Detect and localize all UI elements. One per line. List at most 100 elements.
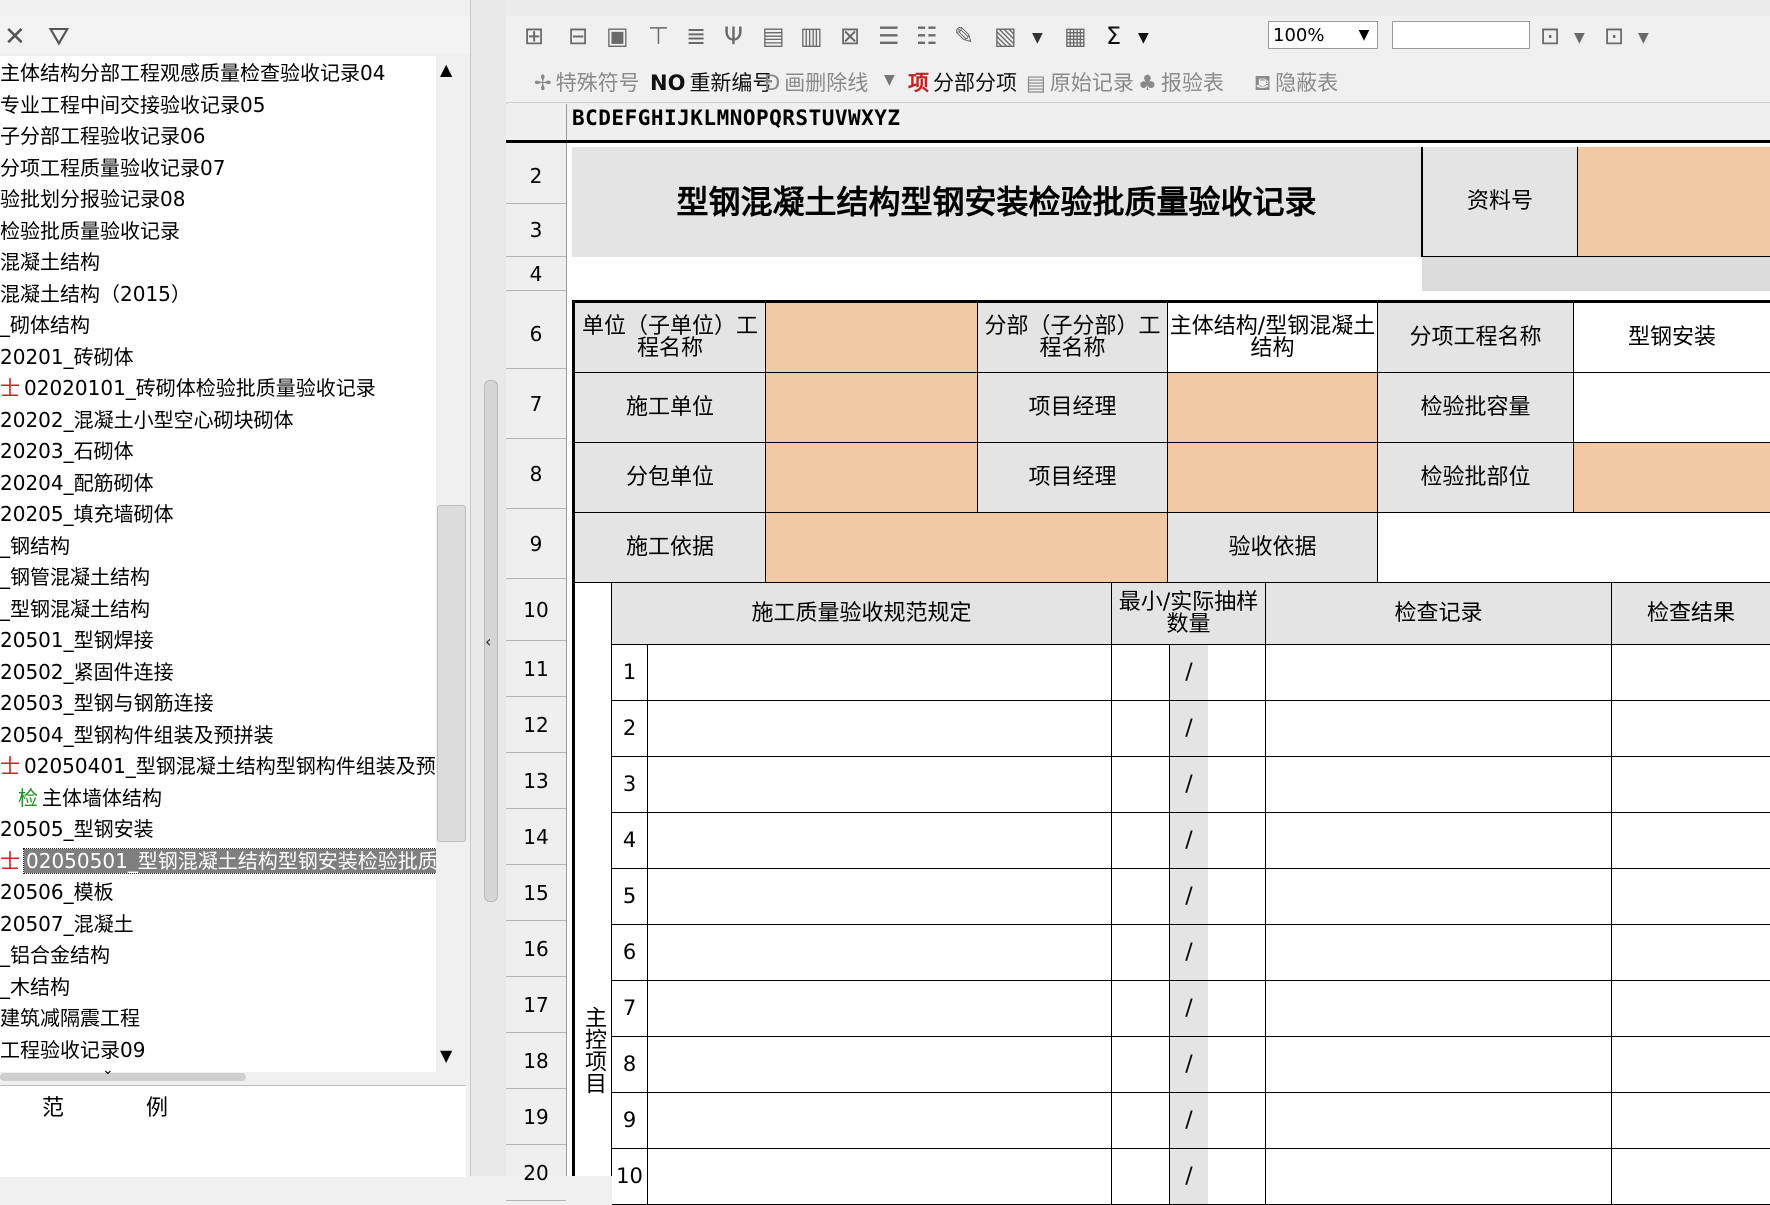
sum-dropdown-icon[interactable]: ▼ [1138, 30, 1149, 46]
contractor-input[interactable] [766, 373, 978, 443]
min-sample-cell[interactable] [1112, 925, 1170, 981]
result-cell[interactable] [1612, 813, 1770, 869]
actual-sample-cell[interactable] [1208, 813, 1266, 869]
tree-item[interactable]: 专业工程中间交接验收记录05 [0, 90, 265, 120]
min-sample-cell[interactable] [1112, 813, 1170, 869]
tree-item[interactable]: 士 02020101_砖砌体检验批质量验收记录 [0, 373, 376, 403]
format-painter-icon[interactable]: ✎ [954, 22, 974, 50]
sub-project-manager-input[interactable] [1168, 443, 1378, 513]
result-cell[interactable] [1612, 701, 1770, 757]
original-record-button[interactable]: ▤ 原始记录 [1026, 67, 1134, 97]
record-cell[interactable] [1266, 1037, 1612, 1093]
unit-name-input[interactable] [766, 303, 978, 373]
construction-basis-input[interactable] [766, 513, 1168, 583]
result-cell[interactable] [1612, 1149, 1770, 1205]
record-cell[interactable] [1266, 645, 1612, 701]
row-number[interactable]: 15 [506, 865, 566, 921]
min-sample-cell[interactable] [1112, 757, 1170, 813]
spec-cell[interactable] [648, 813, 1112, 869]
actual-sample-cell[interactable] [1208, 1037, 1266, 1093]
min-sample-cell[interactable] [1112, 701, 1170, 757]
tree-item[interactable]: 分项工程质量验收记录07 [0, 153, 225, 183]
spec-cell[interactable] [648, 1093, 1112, 1149]
lock-icon[interactable]: ⊠ [840, 22, 860, 50]
actual-sample-cell[interactable] [1208, 701, 1266, 757]
result-cell[interactable] [1612, 645, 1770, 701]
tree-item[interactable]: 20505_型钢安装 [0, 814, 154, 844]
tree-item[interactable]: 20506_模板 [0, 877, 114, 907]
doc-no-input[interactable] [1578, 147, 1770, 257]
border2-dropdown-icon[interactable]: ▼ [1638, 30, 1649, 46]
indent-icon[interactable]: ☷ [916, 22, 938, 50]
tree-item[interactable]: 20502_紧固件连接 [0, 657, 174, 687]
result-cell[interactable] [1612, 925, 1770, 981]
table-icon[interactable]: ▦ [1064, 22, 1087, 50]
tree-item[interactable]: _钢管混凝土结构 [0, 562, 150, 592]
result-cell[interactable] [1612, 757, 1770, 813]
row-number[interactable]: 6 [506, 299, 566, 369]
spec-cell[interactable] [648, 701, 1112, 757]
tree-item[interactable]: 工程验收记录09 [0, 1035, 145, 1065]
tree-item[interactable]: 20203_石砌体 [0, 436, 134, 466]
border2-icon[interactable]: ⊡ [1604, 22, 1624, 50]
tree-view[interactable]: 主体结构分部工程观感质量检查验收记录04 专业工程中间交接验收记录05 子分部工程验… [0, 56, 437, 1072]
split-cell-icon[interactable]: ⊟ [568, 22, 588, 50]
row4-blank[interactable] [572, 257, 1422, 291]
tree-item[interactable]: 主体结构分部工程观感质量检查验收记录04 [0, 58, 385, 88]
actual-sample-cell[interactable] [1208, 757, 1266, 813]
actual-sample-cell[interactable] [1208, 1093, 1266, 1149]
record-cell[interactable] [1266, 757, 1612, 813]
batch-capacity-input[interactable] [1574, 373, 1770, 443]
row-number[interactable]: 3 [506, 204, 566, 257]
sum-icon[interactable]: Σ [1106, 22, 1121, 50]
filter-icon[interactable]: ⛛ [48, 22, 70, 53]
close-icon[interactable]: ✕ [4, 22, 26, 52]
min-sample-cell[interactable] [1112, 1093, 1170, 1149]
actual-sample-cell[interactable] [1208, 869, 1266, 925]
min-sample-cell[interactable] [1112, 1037, 1170, 1093]
subitem-name-value[interactable]: 型钢安装 [1574, 303, 1770, 373]
actual-sample-cell[interactable] [1208, 981, 1266, 1037]
row-number[interactable]: 12 [506, 697, 566, 753]
subitem-button[interactable]: 项分部分项 [908, 67, 1017, 97]
result-cell[interactable] [1612, 1093, 1770, 1149]
actual-sample-cell[interactable] [1208, 1149, 1266, 1205]
record-cell[interactable] [1266, 1149, 1612, 1205]
acceptance-basis-input[interactable] [1378, 513, 1770, 583]
spec-cell[interactable] [648, 981, 1112, 1037]
actual-sample-cell[interactable] [1208, 645, 1266, 701]
select-all-corner[interactable] [506, 104, 567, 140]
row-number[interactable]: 11 [506, 641, 566, 697]
tree-item[interactable]: _钢结构 [0, 531, 70, 561]
min-sample-cell[interactable] [1112, 1149, 1170, 1205]
row-number[interactable]: 17 [506, 977, 566, 1033]
tree-item[interactable]: 检主体墙体结构 [0, 783, 162, 813]
row-number[interactable]: 2 [506, 149, 566, 204]
tree-item[interactable]: 20204_配筋砌体 [0, 468, 154, 498]
grid-icon[interactable]: ▤ [762, 22, 785, 50]
division-name-value[interactable]: 主体结构/型钢混凝土结构 [1168, 303, 1378, 373]
branch-icon[interactable]: Ψ [724, 22, 743, 50]
tree-item[interactable]: 20504_型钢构件组装及预拼装 [0, 720, 274, 750]
tree-item[interactable]: 士 02050501_型钢混凝土结构型钢安装检验批质量 [0, 846, 436, 876]
row-number[interactable]: 8 [506, 439, 566, 509]
min-sample-cell[interactable] [1112, 645, 1170, 701]
tree-item[interactable]: 验批划分报验记录08 [0, 184, 185, 214]
result-cell[interactable] [1612, 981, 1770, 1037]
record-cell[interactable] [1266, 981, 1612, 1037]
tree-item[interactable]: 20507_混凝土 [0, 909, 134, 939]
scroll-up-icon[interactable]: ▲ [440, 60, 452, 79]
zoom-dropdown-icon[interactable]: ▼ [1350, 21, 1378, 49]
special-symbol-button[interactable]: ✢ 特殊符号 [534, 67, 640, 97]
row-number[interactable]: 7 [506, 369, 566, 439]
insert-image-icon[interactable]: ▧ [994, 22, 1017, 50]
tree-item[interactable]: _铝合金结构 [0, 940, 110, 970]
line-spacing-icon[interactable]: ☰ [878, 22, 900, 50]
border-icon[interactable]: ⊡ [1540, 22, 1560, 50]
tree-item[interactable]: _砌体结构 [0, 310, 90, 340]
row-number[interactable]: 4 [506, 257, 566, 291]
strikethrough-button[interactable]: Ð 画删除线 [764, 67, 868, 97]
spec-cell[interactable] [648, 757, 1112, 813]
result-cell[interactable] [1612, 869, 1770, 925]
collapse-left-icon[interactable]: ‹ [485, 632, 491, 651]
